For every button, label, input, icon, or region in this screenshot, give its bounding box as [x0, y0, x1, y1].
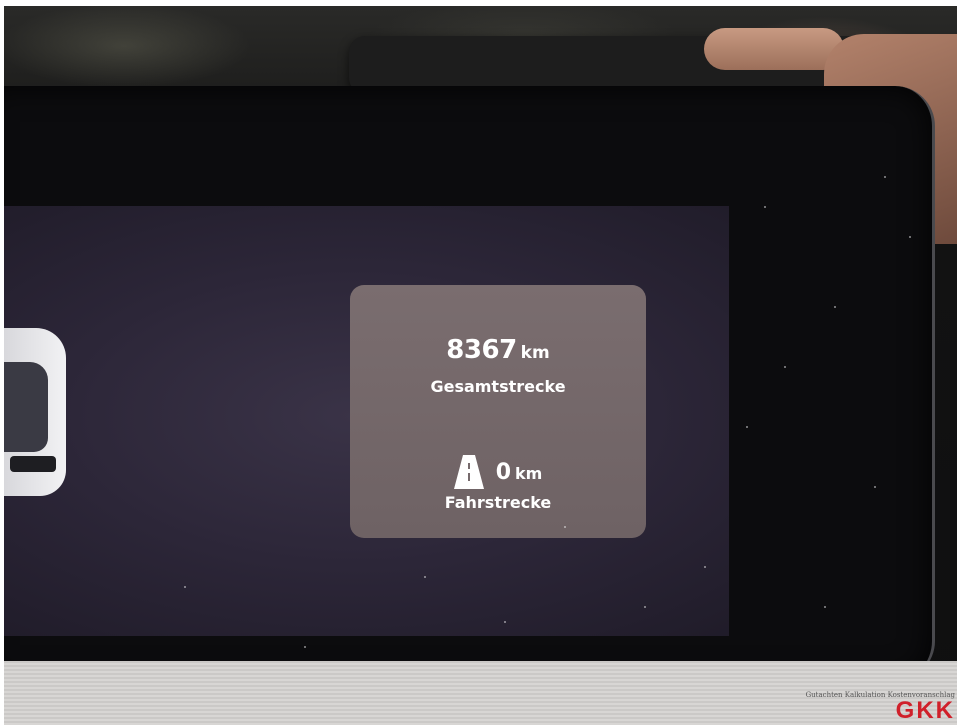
total-distance-label: Gesamtstrecke: [430, 377, 566, 396]
total-distance-value: 8367: [446, 335, 517, 365]
dust-speck: [764, 206, 766, 208]
dust-speck: [504, 621, 506, 623]
car-graphic-window: [4, 362, 48, 452]
dust-speck: [874, 486, 876, 488]
dust-speck: [746, 426, 748, 428]
dust-speck: [184, 586, 186, 588]
reflected-finger: [704, 28, 844, 70]
watermark-logo: Gutachten Kalkulation Kostenvoranschlag …: [806, 691, 955, 723]
trip-distance-value: 0: [495, 459, 511, 485]
dust-speck: [704, 566, 706, 568]
dust-speck: [909, 236, 911, 238]
trip-distance-label: Fahrstrecke: [444, 493, 552, 512]
dust-speck: [424, 576, 426, 578]
total-distance-row: 8367 km: [350, 335, 646, 365]
trip-distance-unit: km: [515, 463, 543, 483]
car-graphic-light: [10, 456, 56, 472]
road-icon: [453, 455, 484, 489]
dust-speck: [644, 606, 646, 608]
total-distance-unit: km: [520, 343, 550, 363]
dust-speck: [564, 526, 566, 528]
dust-speck: [784, 366, 786, 368]
dust-speck: [824, 606, 826, 608]
trip-info-panel: 8367 km Gesamtstrecke 0 km Fahrstrecke: [350, 285, 646, 538]
photo-frame: 8367 km Gesamtstrecke 0 km Fahrstrecke: [4, 6, 957, 725]
dust-speck: [884, 176, 886, 178]
dust-speck: [304, 646, 306, 648]
trip-distance-row: 0 km: [350, 455, 646, 489]
watermark-logo-text: GKK: [895, 697, 955, 724]
dust-speck: [834, 306, 836, 308]
